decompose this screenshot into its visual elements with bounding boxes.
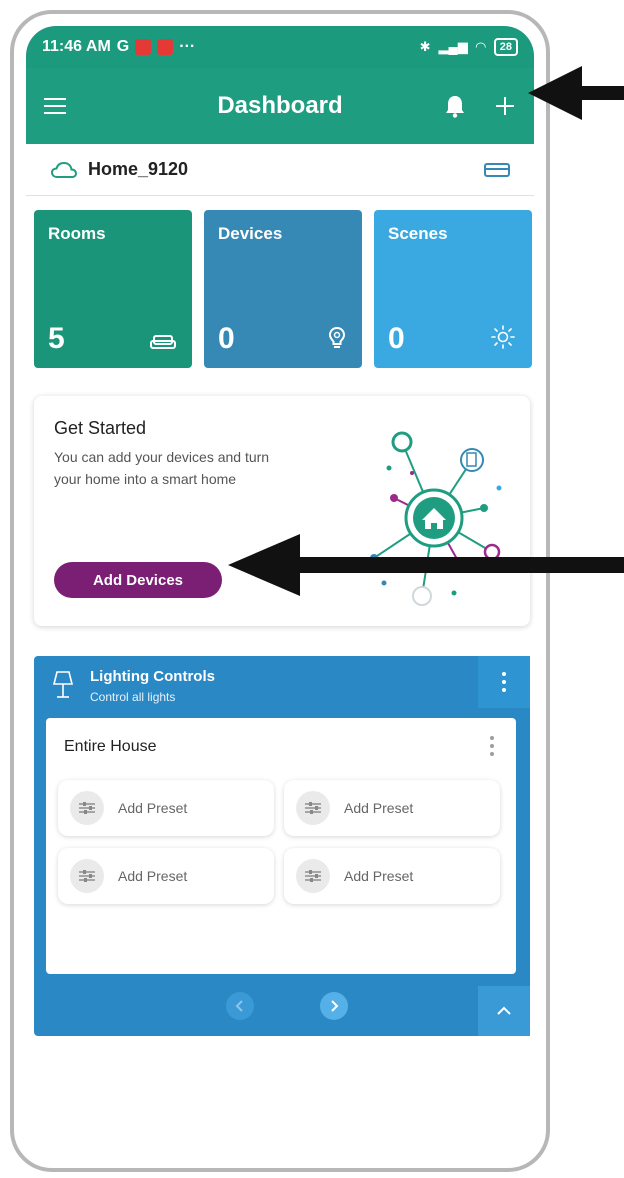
lamp-icon [52, 671, 74, 698]
lighting-more-button[interactable] [478, 656, 530, 708]
group-more-button[interactable] [490, 736, 494, 756]
lighting-subtitle: Control all lights [90, 690, 176, 704]
sun-icon [491, 325, 515, 349]
get-started-description: You can add your devices and turn your h… [54, 449, 270, 487]
rooms-label: Rooms [48, 224, 106, 243]
bell-icon[interactable] [444, 94, 466, 118]
add-devices-button[interactable]: Add Devices [54, 562, 222, 598]
scenes-count: 0 [388, 322, 405, 355]
rooms-tile[interactable]: Rooms 5 [34, 210, 192, 368]
more-vertical-icon [490, 736, 494, 756]
app-bar: Dashboard [26, 68, 534, 144]
annotation-arrow-top [528, 66, 624, 120]
notification-icon [135, 39, 152, 55]
sliders-icon [70, 791, 104, 825]
signal-icon: ▂▄▆ [438, 39, 468, 54]
chevron-up-icon [497, 1006, 511, 1015]
devices-count: 0 [218, 322, 235, 355]
add-preset-button-1[interactable]: Add Preset [58, 780, 274, 836]
add-preset-button-2[interactable]: Add Preset [284, 780, 500, 836]
get-started-title: Get Started [54, 418, 147, 438]
status-bar: 11:46 AM G ··· ✱ ▂▄▆ ◠ 28 [26, 26, 534, 68]
preset-label: Add Preset [344, 868, 414, 884]
more-vertical-icon [502, 672, 506, 692]
sofa-icon [150, 335, 176, 349]
status-more: ··· [179, 38, 196, 55]
home-name: Home_9120 [88, 159, 189, 179]
battery-icon: 28 [493, 38, 518, 56]
notification-icon-2 [157, 39, 174, 55]
sliders-icon [70, 859, 104, 893]
collapse-button[interactable] [478, 986, 530, 1036]
bulb-icon [328, 326, 346, 348]
chevron-left-icon [235, 1000, 243, 1012]
home-selector[interactable]: Home_9120 [26, 144, 534, 196]
add-preset-button-4[interactable]: Add Preset [284, 848, 500, 904]
cloud-icon [50, 161, 78, 178]
devices-label: Devices [218, 224, 283, 243]
annotation-arrow-middle [228, 534, 624, 596]
devices-tile[interactable]: Devices 0 [204, 210, 362, 368]
status-time: 11:46 AM [42, 38, 111, 55]
group-title: Entire House [64, 738, 157, 755]
scenes-label: Scenes [388, 224, 448, 243]
next-page-button[interactable] [320, 992, 348, 1020]
preset-label: Add Preset [344, 800, 414, 816]
status-carrier: G [116, 38, 130, 55]
sliders-icon [296, 791, 330, 825]
add-plus-icon[interactable] [494, 95, 516, 117]
card-icon[interactable] [484, 162, 510, 177]
lighting-title: Lighting Controls [90, 668, 215, 685]
menu-icon[interactable] [44, 98, 66, 114]
sliders-icon [296, 859, 330, 893]
lighting-group-card: Entire House Add Preset Add Preset Add P… [46, 718, 516, 974]
add-preset-button-3[interactable]: Add Preset [58, 848, 274, 904]
wifi-icon: ◠ [475, 39, 486, 54]
bluetooth-icon: ✱ [419, 39, 431, 54]
rooms-count: 5 [48, 322, 65, 355]
chevron-right-icon [331, 1000, 339, 1012]
summary-tiles: Rooms 5 Devices 0 Scenes 0 [34, 210, 532, 368]
previous-page-button[interactable] [226, 992, 254, 1020]
preset-label: Add Preset [118, 800, 188, 816]
preset-label: Add Preset [118, 868, 188, 884]
lighting-controls-panel: Lighting Controls Control all lights Ent… [34, 656, 530, 1036]
scenes-tile[interactable]: Scenes 0 [374, 210, 532, 368]
